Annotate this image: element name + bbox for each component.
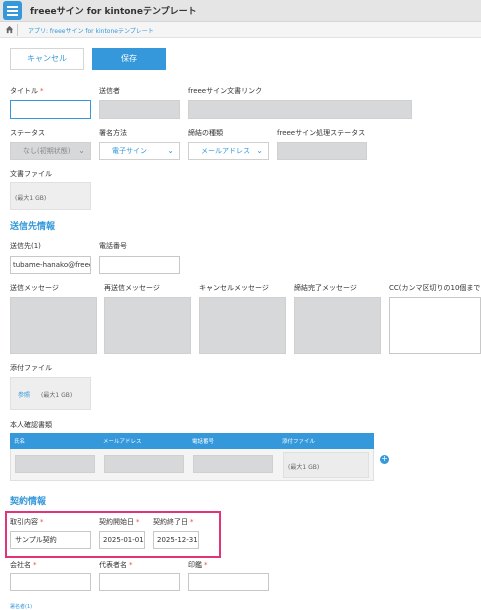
company-input[interactable] <box>10 573 91 591</box>
col-name: 氏名 <box>14 439 26 445</box>
seal-label: 印鑑 * <box>188 561 208 569</box>
contract-end-input[interactable]: 2025-12-31 <box>153 531 199 549</box>
id-docs-table-row: (最大1 GB) <box>10 449 374 481</box>
attach-upload[interactable]: 参照 (最大1 GB) <box>10 377 91 410</box>
cancel-button[interactable]: キャンセル <box>10 48 84 70</box>
chevron-down-icon: ⌄ <box>78 146 85 155</box>
doc-file-label: 文書ファイル <box>10 170 52 178</box>
cancel-button-label: キャンセル <box>27 54 67 63</box>
id-docs-table-header: 氏名 メールアドレス 電話番号 添付ファイル <box>10 433 374 449</box>
id-attach-upload[interactable]: (最大1 GB) <box>283 452 369 478</box>
contract-end-label: 契約終了日 * <box>153 518 194 526</box>
attach-browse-link[interactable]: 参照 <box>18 390 30 399</box>
app-title: freeeサイン for kintoneテンプレート <box>30 7 197 17</box>
sign-method-select[interactable]: 電子サイン ⌄ <box>99 142 180 160</box>
complete-msg-label: 締結完了メッセージ <box>294 284 357 292</box>
save-button[interactable]: 保存 <box>92 48 166 70</box>
send-msg-field <box>10 297 97 354</box>
app-header: freeeサイン for kintoneテンプレート <box>0 0 481 22</box>
title-label: タイトル * <box>10 87 44 95</box>
doc-file-upload[interactable]: (最大1 GB) <box>10 182 91 210</box>
breadcrumb-app-link[interactable]: アプリ: freeeサイン for kintoneテンプレート <box>28 26 154 35</box>
return-msg-field <box>104 297 191 354</box>
id-email-field <box>104 455 184 473</box>
id-docs-label: 本人確認書類 <box>10 421 52 429</box>
chevron-down-icon: ⌄ <box>256 146 263 155</box>
send-msg-label: 送信メッセージ <box>10 284 59 292</box>
id-attach-note: (最大1 GB) <box>288 464 320 471</box>
cc-label: CC(カンマ区切りの10個まで) <box>389 284 481 292</box>
next-signer-label: 署名者(1) <box>10 604 33 610</box>
sender-field <box>99 100 180 119</box>
add-row-icon[interactable]: + <box>380 455 389 464</box>
seal-input[interactable] <box>188 573 269 591</box>
phone-label: 電話番号 <box>99 242 127 250</box>
home-icon[interactable] <box>5 25 14 36</box>
contract-start-input[interactable]: 2025-01-01 <box>99 531 145 549</box>
save-button-label: 保存 <box>121 54 137 63</box>
title-input[interactable] <box>10 100 91 119</box>
cancel-msg-label: キャンセルメッセージ <box>199 284 269 292</box>
attach-note: (最大1 GB) <box>41 392 73 399</box>
cancel-msg-field <box>199 297 286 354</box>
contract-section-heading: 契約情報 <box>10 497 47 507</box>
phone-input[interactable] <box>99 256 180 274</box>
attach-label: 添付ファイル <box>10 364 52 372</box>
company-label: 会社名 * <box>10 561 37 569</box>
cc-textarea[interactable] <box>389 297 481 354</box>
recipient-to-input[interactable]: tubame-hanako@freee <box>10 256 91 274</box>
rep-input[interactable] <box>99 573 180 591</box>
id-name-field <box>15 455 95 473</box>
contract-start-label: 契約開始日 * <box>99 518 140 526</box>
id-phone-field <box>193 455 273 473</box>
doc-file-note: (最大1 GB) <box>15 195 47 202</box>
contract-content-input[interactable]: サンプル契約 <box>10 531 91 549</box>
breadcrumb: アプリ: freeeサイン for kintoneテンプレート <box>0 22 481 38</box>
notify-type-select[interactable]: メールアドレス ⌄ <box>188 142 269 160</box>
status-select: なし(初期状態) ⌄ <box>10 142 91 160</box>
col-phone: 電話番号 <box>192 439 215 445</box>
process-status-field <box>277 142 367 160</box>
rep-label: 代表者名 * <box>99 561 133 569</box>
doc-link-field <box>188 100 412 119</box>
status-label: ステータス <box>10 129 45 137</box>
sign-method-label: 署名方法 <box>99 129 127 137</box>
return-msg-label: 再送信メッセージ <box>104 284 160 292</box>
notify-type-label: 締結の種類 <box>188 129 223 137</box>
recipient-to-label: 送信先(1) <box>10 242 41 250</box>
sender-label: 送信者 <box>99 87 120 95</box>
recipient-section-heading: 送信先情報 <box>10 222 56 232</box>
complete-msg-field <box>294 297 381 354</box>
col-email: メールアドレス <box>103 439 142 445</box>
app-menu-icon[interactable] <box>3 1 22 20</box>
process-status-label: freeeサイン処理ステータス <box>277 129 366 137</box>
doc-link-label: freeeサイン文書リンク <box>188 87 263 95</box>
col-attach: 添付ファイル <box>282 439 316 445</box>
contract-content-label: 取引内容 * <box>10 518 44 526</box>
chevron-down-icon: ⌄ <box>167 146 174 155</box>
